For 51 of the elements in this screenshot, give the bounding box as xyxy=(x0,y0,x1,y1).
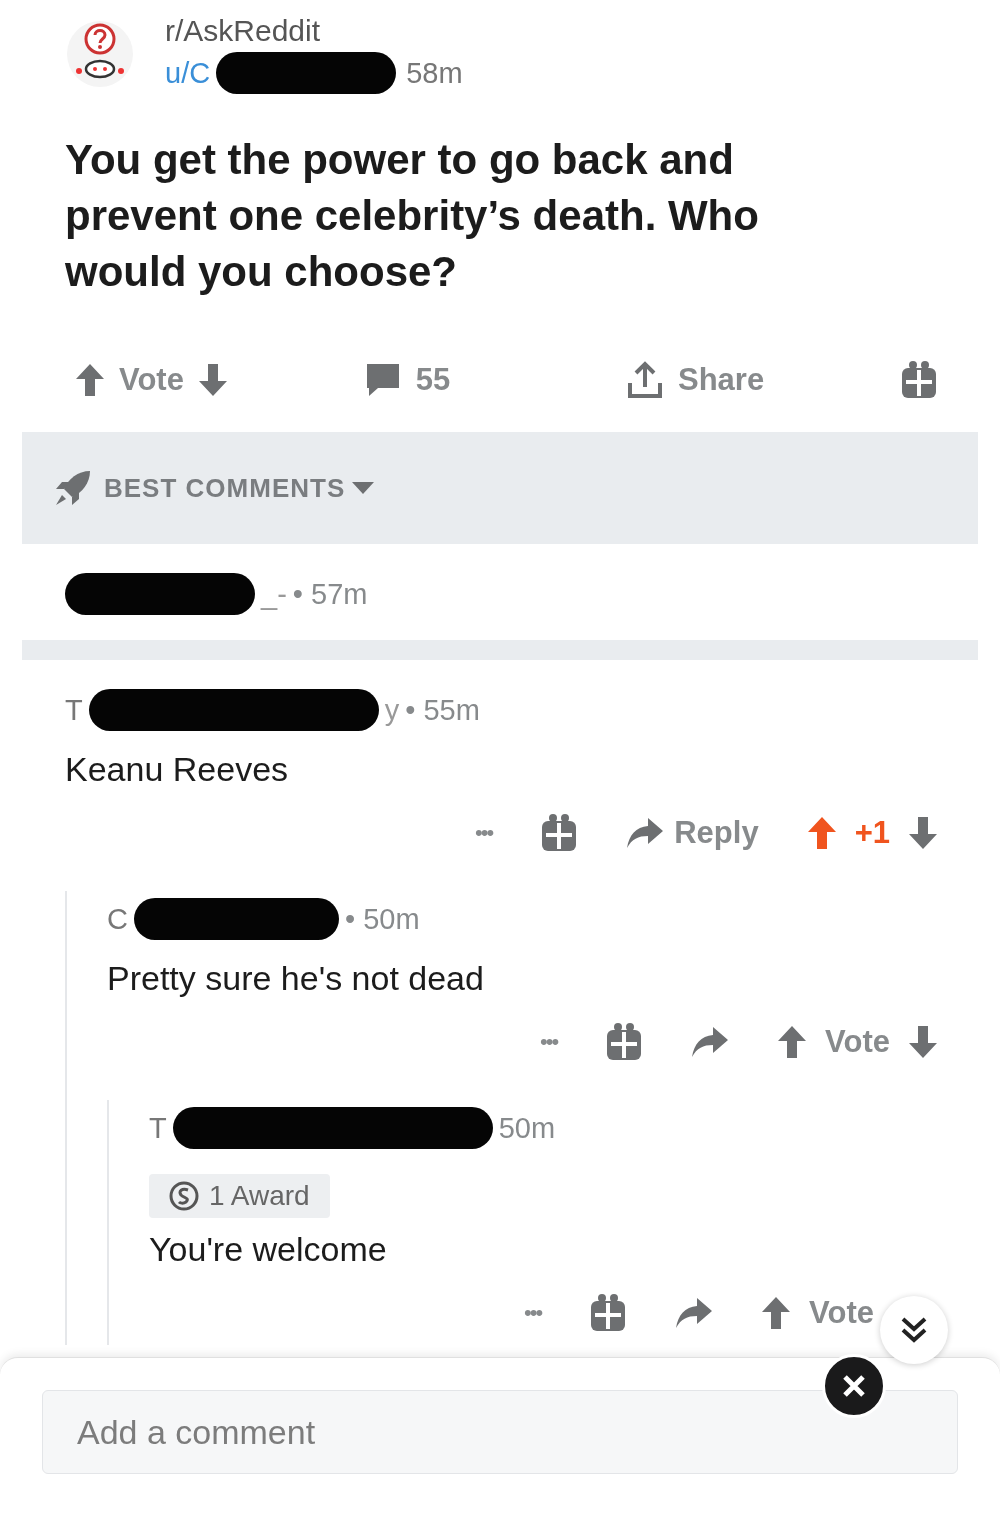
share-icon[interactable] xyxy=(626,361,664,399)
username[interactable]: u/C xyxy=(165,56,211,90)
comment-time: • 57m xyxy=(292,577,368,611)
comment-time: 50m xyxy=(498,1111,556,1145)
subreddit-name[interactable]: r/AskReddit xyxy=(165,14,463,48)
vote-count: Vote xyxy=(809,1295,874,1331)
post-title: You get the power to go back and prevent one celebrity’s death. Who would you choose? xyxy=(65,135,760,297)
comment-text: Pretty sure he's not dead xyxy=(107,959,484,998)
gift-icon[interactable] xyxy=(605,1022,644,1062)
upvote-icon[interactable] xyxy=(806,816,837,850)
downvote-icon[interactable] xyxy=(908,1025,938,1059)
close-icon xyxy=(842,1374,866,1398)
double-chevron-icon xyxy=(899,1315,929,1345)
username[interactable]: T xyxy=(149,1111,167,1145)
vote-count: +1 xyxy=(854,815,890,851)
downvote-icon[interactable] xyxy=(908,816,938,850)
upvote-icon[interactable] xyxy=(75,363,105,397)
username[interactable]: y xyxy=(384,693,400,727)
gift-icon[interactable] xyxy=(589,1293,628,1333)
username[interactable]: C xyxy=(107,902,128,936)
subreddit-icon[interactable] xyxy=(65,19,135,89)
comment-text: Keanu Reeves xyxy=(65,750,289,789)
comment-time: • 55m xyxy=(405,693,480,727)
username[interactable]: T xyxy=(65,693,83,727)
sort-dropdown[interactable]: BEST COMMENTS xyxy=(104,472,376,504)
gift-icon[interactable] xyxy=(900,360,938,400)
share-button[interactable]: Share xyxy=(678,362,765,398)
scroll-down-button[interactable] xyxy=(880,1296,948,1364)
comment-text: You're welcome xyxy=(149,1230,387,1269)
post-time: 58m xyxy=(406,56,463,90)
comment-count: 55 xyxy=(415,362,451,398)
username[interactable]: _- xyxy=(261,577,287,611)
rocket-icon xyxy=(54,469,92,507)
reply-icon[interactable] xyxy=(691,1026,730,1058)
gift-icon[interactable] xyxy=(540,813,579,853)
upvote-icon[interactable] xyxy=(761,1296,792,1330)
reply-icon[interactable] xyxy=(675,1297,714,1329)
vote-count: Vote xyxy=(825,1024,890,1060)
more-options-button[interactable]: ••• xyxy=(540,1029,558,1055)
reply-button[interactable]: Reply xyxy=(626,815,759,851)
comment-input-field[interactable]: Add a comment xyxy=(42,1390,958,1474)
coin-icon xyxy=(169,1181,199,1211)
award-badge[interactable]: 1 Award xyxy=(149,1174,330,1218)
more-options-button[interactable]: ••• xyxy=(524,1300,542,1326)
comment-time: • 50m xyxy=(344,902,420,936)
reply-icon[interactable] xyxy=(626,817,665,849)
downvote-icon[interactable] xyxy=(197,363,228,397)
vote-label: Vote xyxy=(119,362,184,398)
more-options-button[interactable]: ••• xyxy=(475,820,493,846)
upvote-icon[interactable] xyxy=(777,1025,808,1059)
caret-icon xyxy=(351,481,376,495)
